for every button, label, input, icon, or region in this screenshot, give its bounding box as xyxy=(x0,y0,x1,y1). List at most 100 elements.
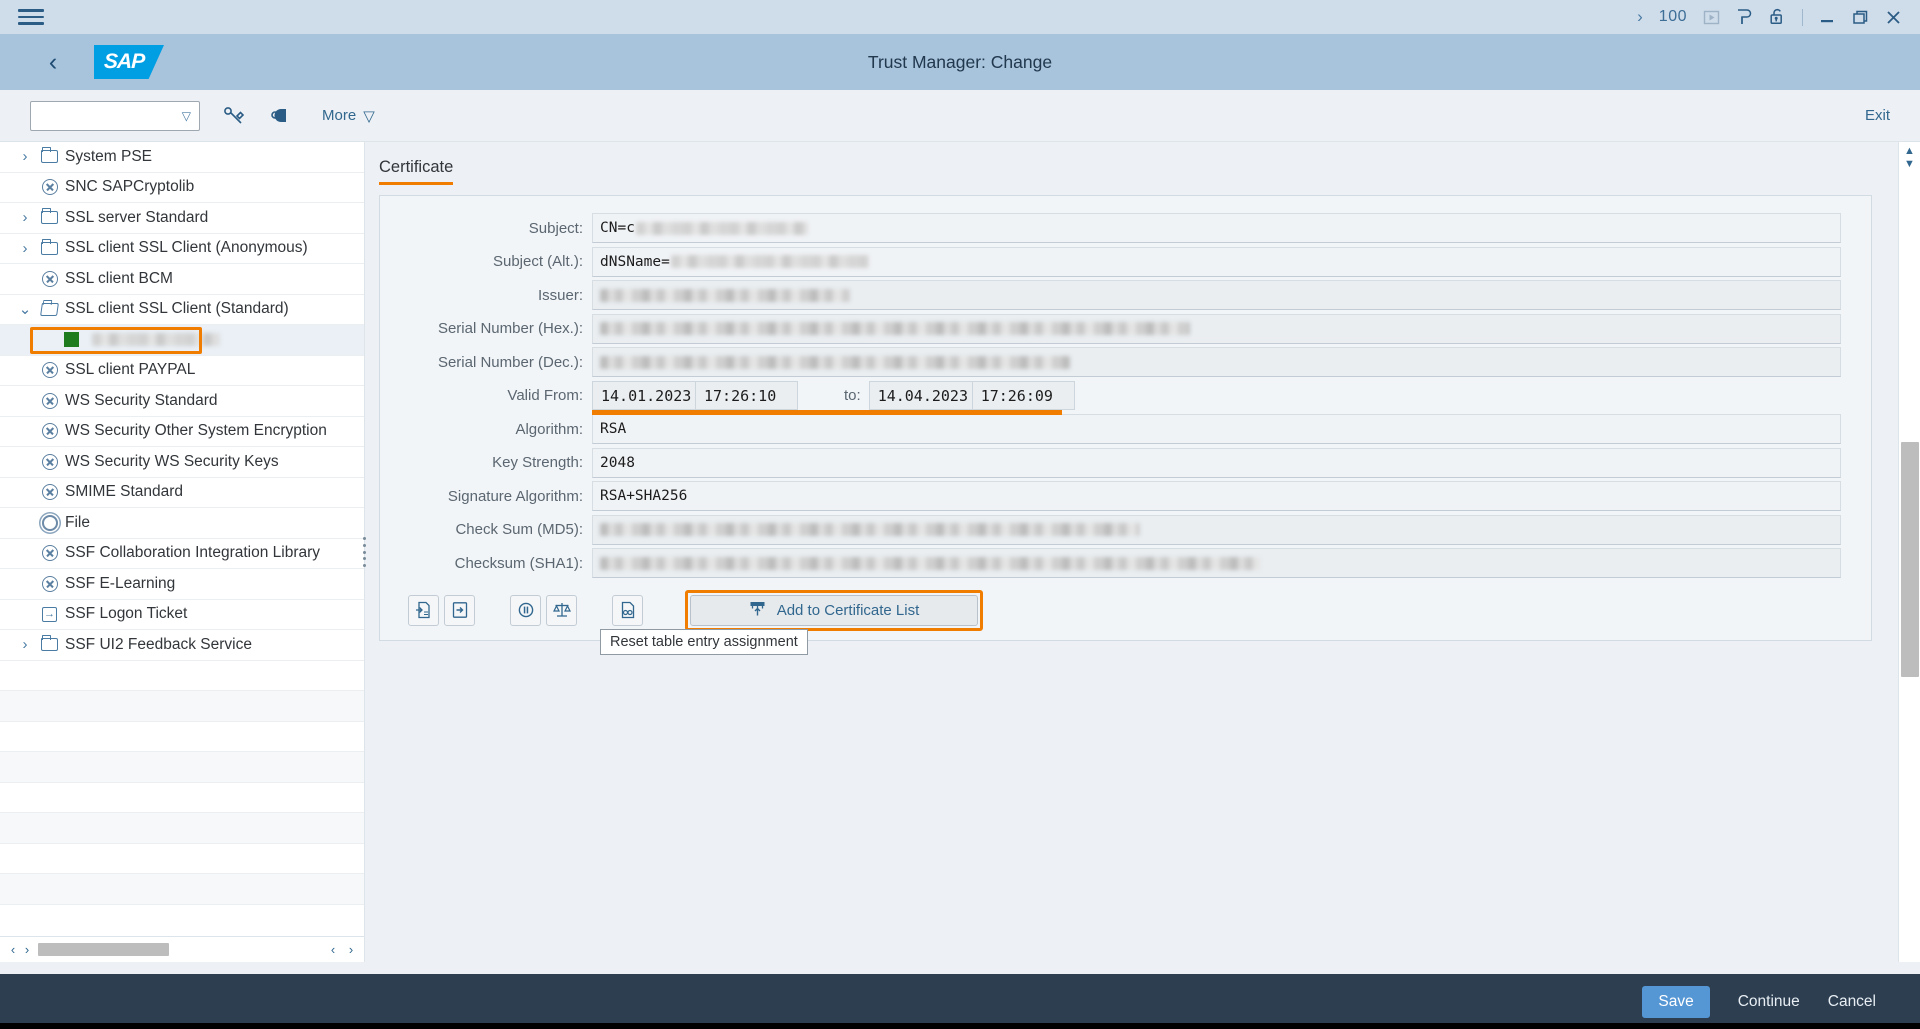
field-input-check-sum-md5[interactable] xyxy=(592,514,1841,545)
tree-item-label: WS Security WS Security Keys xyxy=(65,452,279,470)
tree-item-system-pse[interactable]: › System PSE xyxy=(0,142,364,173)
scroll-down-icon[interactable]: ▼ xyxy=(1904,158,1915,171)
field-input-signature-algorithm[interactable]: RSA+SHA256 xyxy=(592,481,1841,512)
tree-item-label: WS Security Other System Encryption xyxy=(65,422,327,440)
chevron-down-icon[interactable]: ⌄ xyxy=(14,300,36,318)
redacted-value-subject xyxy=(635,221,808,235)
tree-item-ssl-client-paypal[interactable]: SSL client PAYPAL xyxy=(0,356,364,386)
valid-to-date-input[interactable]: 14.04.2023 xyxy=(868,381,973,411)
continue-button[interactable]: Continue xyxy=(1724,986,1814,1018)
play-button-icon[interactable] xyxy=(1703,9,1720,26)
tree-item-ssl-client-ssl-client-standard[interactable]: ⌄ SSL client SSL Client (Standard) xyxy=(0,295,364,325)
scroll-page-left-icon[interactable]: ‹ xyxy=(326,942,340,957)
tree-item-ssf-e-learning[interactable]: SSF E-Learning xyxy=(0,569,364,600)
chevron-right-icon[interactable]: › xyxy=(14,636,36,653)
tree-item-ws-security-ws-security-keys[interactable]: WS Security WS Security Keys xyxy=(0,447,364,478)
field-value-key-strength: 2048 xyxy=(600,454,635,471)
tree-item-label: SMIME Standard xyxy=(65,483,184,501)
minimize-icon[interactable] xyxy=(1819,9,1836,26)
chevron-right-icon[interactable]: › xyxy=(14,209,36,226)
tree-item-ssf-collaboration-integration-library[interactable]: SSF Collaboration Integration Library xyxy=(0,539,364,569)
pause-circle-icon[interactable] xyxy=(510,594,541,626)
field-input-checksum-sha1[interactable] xyxy=(592,548,1841,579)
export-certificate-icon[interactable] xyxy=(444,594,475,626)
tree-item-ssf-logon-ticket[interactable]: SSF Logon Ticket xyxy=(0,600,364,630)
tree-item-label: SSL client SSL Client (Anonymous) xyxy=(65,239,308,257)
valid-to-label: to: xyxy=(844,387,861,405)
balance-scales-icon[interactable] xyxy=(546,594,577,626)
v-scroll-thumb[interactable] xyxy=(1901,442,1919,677)
unlock-icon[interactable] xyxy=(1769,8,1786,26)
chevron-right-icon[interactable]: › xyxy=(14,240,36,257)
screen-bottom-edge xyxy=(0,1023,1920,1029)
close-icon[interactable] xyxy=(1885,9,1902,26)
tab-certificate[interactable]: Certificate xyxy=(379,158,454,185)
field-input-subject[interactable]: CN=c xyxy=(592,213,1841,244)
field-input-key-strength[interactable]: 2048 xyxy=(592,447,1841,478)
field-input-serial-number-hex[interactable] xyxy=(592,313,1841,344)
valid-to-time-input[interactable]: 17:26:09 xyxy=(972,381,1075,411)
field-row-check-sum-md5: Check Sum (MD5): xyxy=(380,514,1871,547)
tree-item-file[interactable]: File xyxy=(0,508,364,539)
folder-icon xyxy=(41,635,58,652)
exit-button[interactable]: Exit xyxy=(1865,107,1890,124)
panel-splitter-handle[interactable] xyxy=(361,537,367,567)
pse-tree-scroll: › System PSE SNC SAPCryptolib › SSL server S… xyxy=(0,142,364,936)
tree-item-ssl-client-ssl-client-anonymous[interactable]: › SSL client SSL Client (Anonymous) xyxy=(0,234,364,264)
tree-item-label: SSF Logon Ticket xyxy=(65,605,188,623)
tree-item-label: SSL client SSL Client (Standard) xyxy=(65,300,289,318)
valid-from-date-input[interactable]: 14.01.2023 xyxy=(592,381,696,411)
field-input-serial-number-dec[interactable] xyxy=(592,347,1841,378)
field-label-key-strength: Key Strength: xyxy=(492,454,583,472)
scroll-page-right-icon[interactable]: › xyxy=(344,942,358,957)
shell-bar: › 100 xyxy=(0,0,1920,34)
tree-item-ssl-server-standard[interactable]: › SSL server Standard xyxy=(0,203,364,234)
tree-item-smime-standard[interactable]: SMIME Standard xyxy=(0,478,364,508)
tree-item-ws-security-standard[interactable]: WS Security Standard xyxy=(0,386,364,417)
content-vertical-scrollbar[interactable]: ▲ ▼ xyxy=(1898,142,1920,962)
field-row-subject-alt: Subject (Alt.): dNSName= xyxy=(380,246,1871,279)
tree-item-snc-sapcryptolib[interactable]: SNC SAPCryptolib xyxy=(0,173,364,203)
verify-certificate-icon[interactable] xyxy=(612,594,643,626)
restore-icon[interactable] xyxy=(1852,9,1869,26)
redacted-value-serial-number-dec xyxy=(600,355,1070,369)
sap-p-icon[interactable] xyxy=(1736,8,1753,26)
hamburger-menu-icon[interactable] xyxy=(18,9,44,25)
tree-item-redacted[interactable] xyxy=(0,325,364,356)
h-scroll-thumb[interactable] xyxy=(38,943,169,956)
field-input-issuer[interactable] xyxy=(592,280,1841,311)
more-menu-label: More xyxy=(322,107,357,124)
pse-tree: › System PSE SNC SAPCryptolib › SSL server S… xyxy=(0,142,364,905)
chevron-right-icon[interactable]: › xyxy=(1637,7,1643,27)
tree-item-ssl-client-bcm[interactable]: SSL client BCM xyxy=(0,264,364,295)
scroll-left-icon[interactable]: ‹ xyxy=(6,942,20,957)
x-circle-icon xyxy=(41,575,58,592)
h-scroll-track[interactable] xyxy=(38,943,322,956)
field-label-serial-number-hex: Serial Number (Hex.): xyxy=(437,320,583,338)
tree-item-ssf-ui2-feedback-service[interactable]: › SSF UI2 Feedback Service xyxy=(0,630,364,661)
save-button[interactable]: Save xyxy=(1642,985,1710,1018)
field-input-algorithm[interactable]: RSA xyxy=(592,414,1841,445)
import-certificate-icon[interactable] xyxy=(408,594,439,626)
scroll-up-icon[interactable]: ▲ xyxy=(1904,145,1915,158)
redacted-value-serial-number-hex xyxy=(600,322,1190,336)
valid-from-time-input[interactable]: 17:26:10 xyxy=(696,381,798,411)
field-input-subject-alt[interactable]: dNSName= xyxy=(592,246,1841,277)
tree-item-label: SSF UI2 Feedback Service xyxy=(65,635,252,653)
key-lock-icon[interactable] xyxy=(268,104,292,128)
add-to-certificate-list-button[interactable]: Add to Certificate List xyxy=(690,594,978,626)
main-area: › System PSE SNC SAPCryptolib › SSL server S… xyxy=(0,142,1920,962)
tree-item-ws-security-other-system-encryption[interactable]: WS Security Other System Encryption xyxy=(0,417,364,447)
back-arrow-icon[interactable]: ‹ xyxy=(30,48,76,77)
folder-icon xyxy=(41,147,58,164)
tree-horizontal-scrollbar[interactable]: ‹ › ‹ › xyxy=(0,936,364,962)
edit-pencil-icon[interactable] xyxy=(222,104,246,128)
cancel-button[interactable]: Cancel xyxy=(1814,986,1890,1018)
field-label-check-sum-md5: Check Sum (MD5): xyxy=(455,521,583,539)
pse-select-input[interactable]: ▽ xyxy=(30,100,200,131)
scroll-right-icon[interactable]: › xyxy=(20,942,34,957)
chevron-right-icon[interactable]: › xyxy=(14,148,36,165)
pse-tree-panel: › System PSE SNC SAPCryptolib › SSL server S… xyxy=(0,142,367,962)
more-menu-button[interactable]: More ▽ xyxy=(322,107,375,125)
tree-item-label: SNC SAPCryptolib xyxy=(65,178,195,196)
